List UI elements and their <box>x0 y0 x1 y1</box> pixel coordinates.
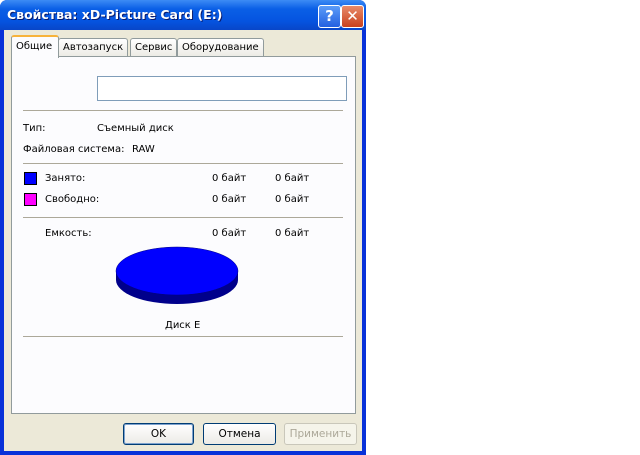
capacity-bytes: 0 байт <box>212 228 247 239</box>
tab-general[interactable]: Общие <box>11 35 59 58</box>
ok-button[interactable]: OK <box>123 423 194 445</box>
disk-label: Диск E <box>165 320 201 331</box>
type-label: Тип: <box>23 123 46 134</box>
divider <box>23 110 343 111</box>
pie-used-slice <box>115 246 239 296</box>
divider <box>23 217 343 218</box>
help-button[interactable]: ? <box>318 5 341 28</box>
apply-button[interactable]: Применить <box>284 423 357 445</box>
free-bytes: 0 байт <box>212 194 247 205</box>
fs-label: Файловая система: <box>23 144 125 155</box>
free-label: Свободно: <box>45 194 100 205</box>
used-size: 0 байт <box>275 173 310 184</box>
dialog-client: Общие Автозапуск Сервис Оборудование Тип… <box>4 30 362 451</box>
general-panel: Тип: Съемный диск Файловая система: RAW … <box>11 56 356 414</box>
close-button[interactable]: ✕ <box>341 5 364 28</box>
tab-autoplay[interactable]: Автозапуск <box>58 38 129 56</box>
tab-hardware[interactable]: Оборудование <box>177 38 264 56</box>
divider <box>23 336 343 337</box>
free-size: 0 байт <box>275 194 310 205</box>
used-bytes: 0 байт <box>212 173 247 184</box>
fs-value: RAW <box>132 144 155 155</box>
used-label: Занято: <box>45 173 86 184</box>
title-bar[interactable]: Свойства: xD-Picture Card (E:) ? ✕ <box>0 0 366 30</box>
disk-usage-pie <box>115 246 239 304</box>
cancel-button[interactable]: Отмена <box>203 423 276 445</box>
tab-tools[interactable]: Сервис <box>130 38 178 56</box>
volume-label-input[interactable] <box>97 76 347 101</box>
capacity-size: 0 байт <box>275 228 310 239</box>
capacity-label: Емкость: <box>45 228 92 239</box>
properties-window: Свойства: xD-Picture Card (E:) ? ✕ Общие… <box>0 0 366 455</box>
free-color-swatch <box>24 193 37 206</box>
used-color-swatch <box>24 172 37 185</box>
window-title: Свойства: xD-Picture Card (E:) <box>7 7 223 22</box>
type-value: Съемный диск <box>97 123 174 134</box>
divider <box>23 163 343 164</box>
